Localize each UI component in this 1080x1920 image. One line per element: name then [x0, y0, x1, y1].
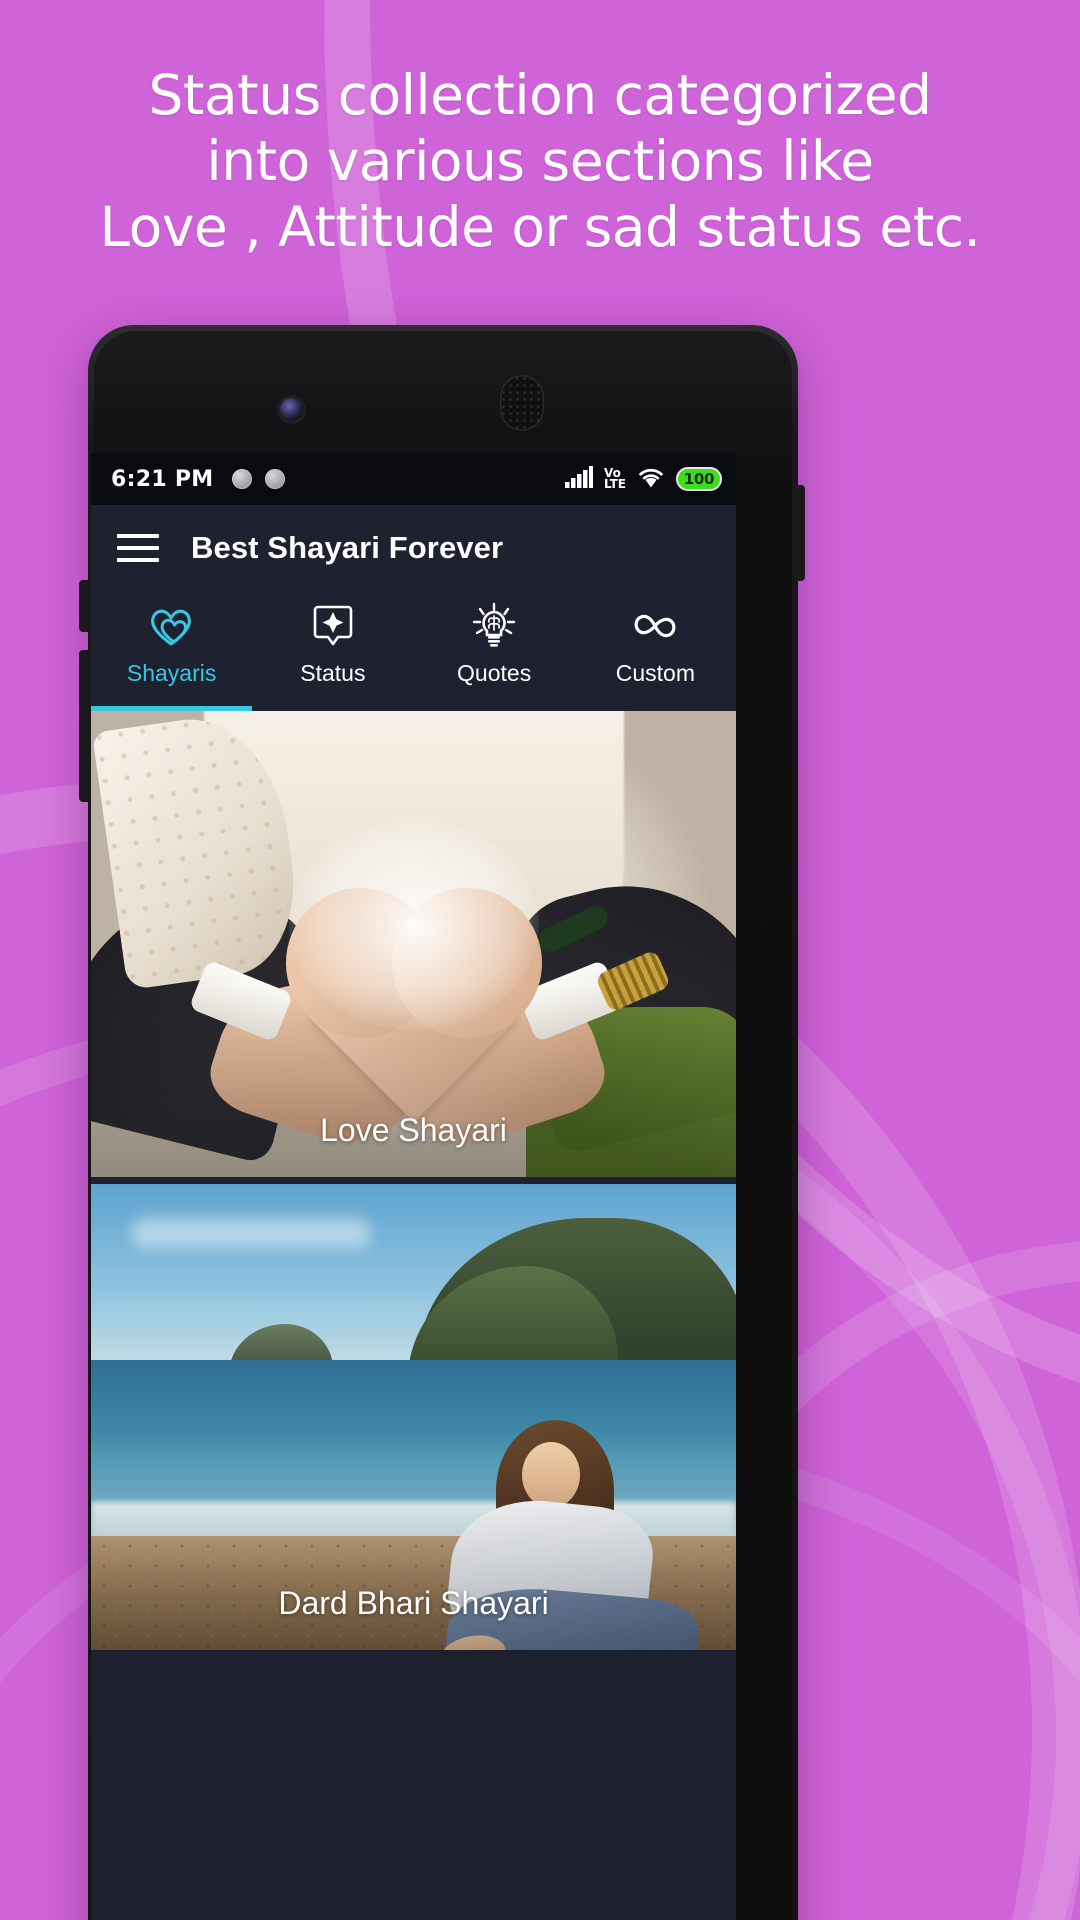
hamburger-menu-icon[interactable]	[117, 534, 159, 562]
tab-label: Status	[300, 660, 366, 686]
phone-mockup: 6:21 PM Vo LTE 100 Best Shayari Forever …	[79, 325, 805, 1920]
category-card-love-shayari[interactable]: Love Shayari	[91, 711, 736, 1177]
headline-line-2: into various sections like	[206, 129, 874, 193]
front-camera-icon	[280, 398, 303, 421]
status-bar-right-icons: Vo LTE 100	[564, 465, 722, 493]
infinity-icon	[629, 601, 681, 651]
tab-bar: Shayaris Status Quotes Custom	[91, 591, 736, 711]
speech-bubble-sparkle-icon	[311, 601, 355, 651]
tab-quotes[interactable]: Quotes	[414, 591, 575, 711]
card-caption: Love Shayari	[320, 1112, 507, 1148]
tab-custom[interactable]: Custom	[575, 591, 736, 711]
power-button[interactable]	[794, 485, 805, 581]
promo-screenshot: Status collection categorized into vario…	[0, 0, 1080, 1920]
signal-bars-icon	[564, 465, 593, 493]
battery-status-badge: 100	[676, 467, 722, 491]
earpiece-speaker-icon	[500, 375, 544, 431]
status-bar-time: 6:21 PM	[111, 466, 214, 492]
tab-shayaris[interactable]: Shayaris	[91, 591, 253, 711]
app-bar: Best Shayari Forever	[91, 505, 736, 591]
status-bar-notification-icons	[231, 469, 285, 489]
tab-label: Custom	[615, 660, 695, 686]
status-bar: 6:21 PM Vo LTE 100	[91, 453, 736, 505]
headline-line-1: Status collection categorized	[148, 63, 932, 127]
category-list: Love Shayari Dard Bhari Shayari	[91, 711, 736, 1650]
volte-icon: Vo LTE	[603, 466, 626, 491]
sync-dot-icon	[264, 469, 285, 489]
headline-line-3: Love , Attitude or sad status etc.	[99, 195, 982, 259]
promo-headline: Status collection categorized into vario…	[0, 62, 1080, 260]
double-heart-icon	[148, 601, 196, 651]
page-title: Best Shayari Forever	[191, 530, 504, 565]
tab-label: Shayaris	[126, 660, 217, 686]
tab-status[interactable]: Status	[252, 591, 413, 711]
wifi-icon	[637, 466, 665, 493]
sync-dot-icon	[231, 469, 252, 489]
volume-up-button[interactable]	[79, 580, 90, 632]
volume-down-button[interactable]	[79, 650, 90, 802]
lightbulb-brain-icon	[470, 601, 518, 651]
card-caption: Dard Bhari Shayari	[278, 1585, 549, 1621]
tab-label: Quotes	[457, 660, 532, 686]
category-card-dard-bhari-shayari[interactable]: Dard Bhari Shayari	[91, 1184, 736, 1650]
phone-screen: 6:21 PM Vo LTE 100 Best Shayari Forever …	[91, 453, 736, 1920]
